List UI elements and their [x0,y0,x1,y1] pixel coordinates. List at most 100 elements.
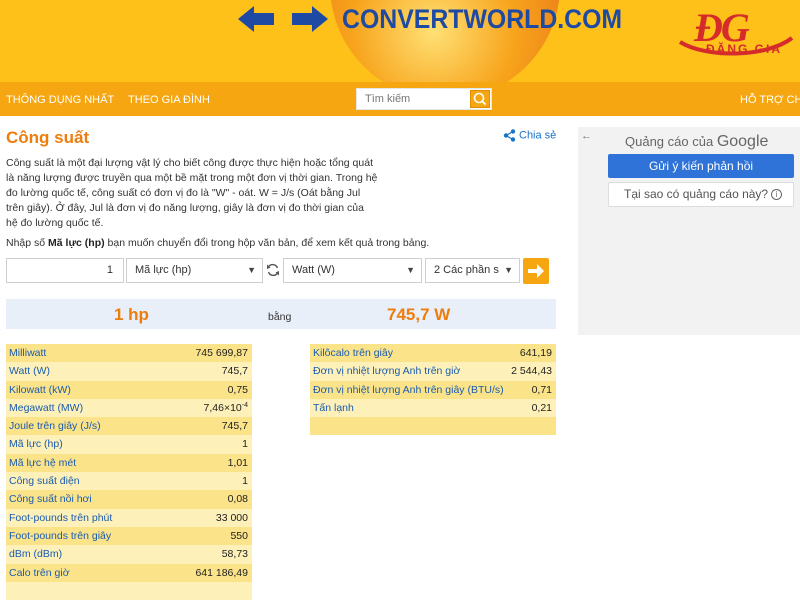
convert-button[interactable] [523,258,549,284]
share-button[interactable]: Chia sẻ [503,129,556,142]
instruction-pre: Nhập số [6,237,49,249]
search-button[interactable] [470,90,490,108]
unit-name[interactable]: Foot-pounds trên giây [9,530,111,542]
from-unit-value: Mã lực (hp) [135,264,192,276]
unit-value-text: 745,7 [221,365,248,378]
instruction-post: bạn muốn chuyển đổi trong hộp văn bản, đ… [104,237,430,249]
unit-value: 0,21 [532,402,552,414]
site-logo-text[interactable]: CONVERTWORLD.COM [342,4,622,35]
unit-name[interactable]: Calo trên giờ [9,567,70,579]
from-unit-select[interactable]: Mã lực (hp) ▼ [126,258,263,283]
unit-value-text: 0,71 [531,383,552,396]
chevron-down-icon: ▼ [247,265,256,275]
send-feedback-button[interactable]: Gửi ý kiến phản hồi [608,154,794,178]
unit-name[interactable]: Foot-pounds trên phút [9,512,112,524]
unit-value-text: 58,73 [221,548,248,561]
unit-value: 550 [230,530,248,542]
unit-value-text: 2 544,43 [511,365,552,378]
info-icon: i [771,189,783,201]
table-row [310,417,556,436]
value-input[interactable]: 1 [6,258,124,283]
instruction-text: Nhập số Mã lực (hp) bạn muốn chuyển đổi … [6,237,566,249]
unit-name[interactable]: Công suất nồi hơi [9,493,92,505]
unit-value-text: 0,21 [531,401,552,414]
unit-value: 745,7 [222,420,248,432]
unit-value: 745,7 [222,365,248,377]
unit-name[interactable]: Kilowatt (kW) [9,384,71,396]
unit-name[interactable]: Mã lực (hp) [9,438,63,450]
back-arrow-icon[interactable]: ← [581,130,592,142]
unit-value: 641,19 [520,347,552,359]
unit-name[interactable]: Kilôcalo trên giây [313,347,393,359]
table-row: Calo trên giờ 641 186,49 [6,563,252,582]
unit-value-text: 0,08 [227,493,248,506]
result-bar: 1 hp bằng 745,7 W [6,299,556,329]
table-row: Watt (W) 745,7 [6,362,252,381]
convert-arrows-icon [238,6,328,32]
unit-name[interactable]: dBm (dBm) [9,548,62,560]
unit-value: 1 [242,475,248,487]
unit-name[interactable]: Megawatt (MW) [9,402,83,414]
why-this-ad-button[interactable]: Tại sao có quảng cáo này? i [608,182,794,207]
unit-name[interactable]: Tấn lạnh [313,402,354,414]
unit-name[interactable]: Đơn vị nhiệt lượng Anh trên giây (BTU/s) [313,384,504,396]
unit-name[interactable]: Joule trên giây (J/s) [9,420,101,432]
table-row: Đơn vị nhiệt lượng Anh trên giây (BTU/s)… [310,380,556,399]
nav-item-support[interactable]: HỖ TRỢ CH [740,94,800,106]
unit-value-text: 745 699,87 [195,347,248,359]
unit-value: 7,46×10-4 [204,402,248,414]
table-row: Mã lực (hp) 1 [6,435,252,454]
table-row: Kilôcalo trên giây 641,19 [310,344,556,363]
to-unit-select[interactable]: Watt (W) ▼ [283,258,422,283]
ad-panel: ← Quảng cáo của Google Gửi ý kiến phản h… [578,127,800,335]
table-row: Đơn vị nhiệt lượng Anh trên giờ 2 544,43 [310,362,556,381]
unit-value: 745 699,87 [195,347,248,359]
table-row: Kilowatt (kW) 0,75 [6,380,252,399]
result-equals-label: bằng [268,311,292,323]
partner-logo-name: ĐẶNG GIA [706,42,782,56]
table-row [6,581,252,600]
why-this-ad-label: Tại sao có quảng cáo này? [624,187,769,201]
unit-name[interactable]: Đơn vị nhiệt lượng Anh trên giờ [313,365,460,377]
table-row: Công suất điện 1 [6,472,252,491]
unit-value-text: 745,7 [221,420,248,433]
unit-name[interactable]: Milliwatt [9,347,46,359]
unit-value-text: 641 186,49 [195,566,248,579]
unit-value: 641 186,49 [195,567,248,579]
unit-value: 58,73 [222,548,248,560]
instruction-unit: Mã lực (hp) [48,237,105,249]
nav-item-by-family[interactable]: THEO GIA ĐÌNH [128,94,210,106]
swap-units-icon[interactable] [266,263,280,277]
unit-value: 33 000 [216,512,248,524]
chevron-down-icon: ▼ [406,265,415,275]
ad-by-brand: Google [716,133,769,150]
search-icon [473,92,487,106]
unit-value-text: 1 [242,438,248,451]
partner-logo: ĐG ĐẶNG GIA [676,4,796,64]
result-input-value: 1 hp [114,305,149,324]
unit-name[interactable]: Công suất điện [9,475,80,487]
precision-select[interactable]: 2 Các phần s ▼ [425,258,520,283]
results-table-left: Milliwatt 745 699,87 Watt (W) 745,7 Kilowatt… [6,344,252,600]
unit-value: 2 544,43 [511,365,552,377]
search-box [356,88,492,110]
result-output-value: 745,7 W [387,305,451,324]
unit-value: 0,08 [228,493,248,505]
table-row: Milliwatt 745 699,87 [6,344,252,363]
unit-value-text: 0,75 [227,383,248,396]
share-label: Chia sẻ [519,129,557,142]
unit-name[interactable]: Watt (W) [9,365,50,377]
unit-value-text: 7,46×10 [203,401,242,414]
unit-value: 0,71 [532,384,552,396]
precision-value: 2 Các phần s [434,264,499,276]
search-input[interactable] [357,89,471,109]
unit-value-text: 33 000 [215,511,248,524]
unit-value-text: 1 [242,475,248,488]
table-row: Joule trên giây (J/s) 745,7 [6,417,252,436]
ad-by-label: Quảng cáo của [625,134,714,149]
unit-value-text: 550 [230,529,248,542]
unit-name[interactable]: Mã lực hệ mét [9,457,76,469]
site-header: CONVERTWORLD.COM ĐG ĐẶNG GIA [0,0,800,82]
nav-item-most-used[interactable]: THÔNG DỤNG NHẤT [6,94,114,106]
description-text: Công suất là một đại lượng vật lý cho bi… [6,157,378,229]
